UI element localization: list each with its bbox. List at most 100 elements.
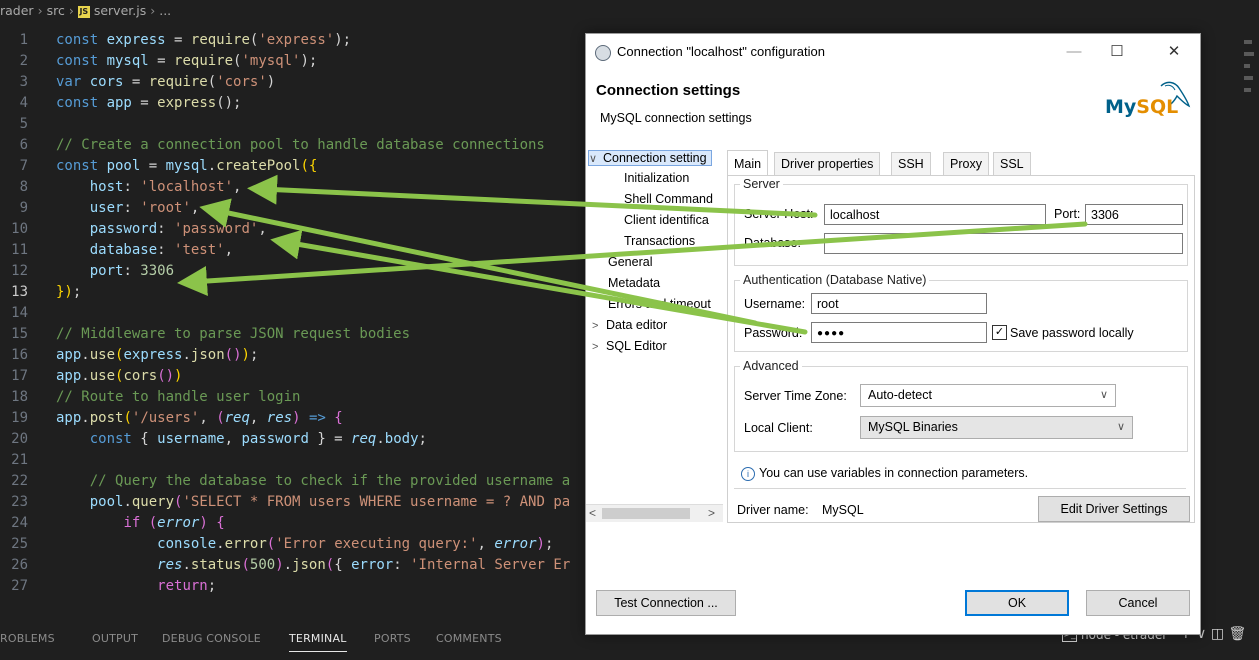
code-token: ) [241,347,250,363]
code-token: 'test' [174,242,225,258]
line-number: 13 [11,284,28,300]
tab-driver-properties[interactable]: Driver properties [774,152,881,176]
line-number: 3 [19,74,28,90]
code-token: ; [418,431,427,447]
code-token: // Create a connection pool to handle da… [56,137,545,153]
code-token: res [157,557,183,573]
code-token: = [140,158,166,174]
tab-debug-console[interactable]: DEBUG CONSOLE [162,632,261,645]
code-token: require [190,32,250,48]
minimize-button[interactable]: — [1056,40,1092,64]
dbeaver-icon [595,45,611,61]
code-token: ({ [300,158,318,174]
tree-item-metadata[interactable]: Metadata [608,276,660,290]
port-input[interactable]: 3306 [1085,204,1183,225]
timezone-select[interactable]: Auto-detect ∨ [860,384,1116,407]
tree-item-initialization[interactable]: Initialization [624,171,689,185]
tab-output[interactable]: OUTPUT [92,632,138,645]
code-token: json [292,557,326,573]
code-token: . [123,494,132,510]
server-host-input[interactable]: localhost [824,204,1046,225]
tab-terminal[interactable]: TERMINAL [289,632,347,652]
code-token: const [56,158,107,174]
code-token: password [89,221,158,237]
cancel-button[interactable]: Cancel [1086,590,1190,616]
js-file-icon: JS [77,5,90,18]
minimap[interactable] [1244,40,1254,100]
tab-ports[interactable]: PORTS [374,632,411,645]
code-token: , [224,242,234,258]
code-token: app [56,410,82,426]
code-token: ) [292,410,301,426]
tree-item-sql-editor[interactable]: > SQL Editor [592,339,667,353]
username-input[interactable]: root [811,293,987,314]
tree-horizontal-scrollbar[interactable]: < > [586,504,723,522]
tab-problems[interactable]: ROBLEMS [0,632,55,645]
code-token: app [56,347,82,363]
code-token: ); [334,32,352,48]
chevron-right-icon[interactable]: > [592,320,606,332]
scroll-left-icon[interactable]: < [589,506,596,520]
close-button[interactable]: ✕ [1156,40,1192,64]
code-token: . [182,557,191,573]
code-token: => [308,410,326,426]
breadcrumb-folder[interactable]: src [47,3,65,18]
timezone-label: Server Time Zone: [744,389,847,403]
tab-ssh[interactable]: SSH [891,152,931,176]
code-token: ) [174,368,183,384]
code-token: } = [308,431,352,447]
code-token: { [334,557,352,573]
chevron-down-icon[interactable]: ∨ [589,152,603,165]
tab-ssl[interactable]: SSL [993,152,1031,176]
scroll-right-icon[interactable]: > [708,506,715,520]
code-token: ) [266,74,276,90]
edit-driver-settings-button[interactable]: Edit Driver Settings [1038,496,1190,522]
code-token: error [494,536,537,552]
tree-item-client-identification[interactable]: Client identifica [624,213,709,227]
maximize-button[interactable]: ☐ [1099,40,1135,64]
chevron-right-icon[interactable]: > [592,341,606,353]
main-tab-panel: Server Server Host: localhost Port: 3306… [727,175,1195,523]
driver-name-value: MySQL [822,503,864,517]
tree-item-general[interactable]: General [608,255,652,269]
tree-item-shell-command[interactable]: Shell Command [624,192,713,206]
breadcrumb-file[interactable]: server.js [94,3,146,18]
local-client-select[interactable]: MySQL Binaries ∨ [860,416,1133,439]
line-number: 12 [11,263,28,279]
tree-item-transactions[interactable]: Transactions [624,234,695,248]
line-number: 14 [11,305,28,321]
mysql-logo: MySQL [1101,74,1191,124]
tree-item-data-editor[interactable]: > Data editor [592,318,667,332]
dialog-titlebar[interactable]: Connection "localhost" configuration — ☐… [586,34,1200,70]
code-token: query [131,494,175,510]
breadcrumb-folder[interactable]: rader [0,3,34,18]
database-label: Database: [744,236,801,250]
code-token: . [81,368,90,384]
tree-item-errors-timeout[interactable]: Errors and timeout [608,297,711,311]
code-token: 'express' [258,32,335,48]
breadcrumb-symbol[interactable]: ... [159,3,171,18]
code-token: , [258,221,267,237]
line-number: 25 [11,536,28,552]
code-token: { [334,410,343,426]
tab-main[interactable]: Main [727,150,769,177]
password-input[interactable]: ●●●● [811,322,987,343]
tree-item-connection-settings[interactable]: ∨ Connection setting [588,150,712,166]
ok-button[interactable]: OK [965,590,1069,616]
code-token: post [89,410,124,426]
line-number: 23 [11,494,28,510]
code-token: // Middleware to parse JSON request bodi… [56,326,411,342]
test-connection-button[interactable]: Test Connection ... [596,590,736,616]
tab-proxy[interactable]: Proxy [943,152,989,176]
code-token: res [266,410,293,426]
tab-comments[interactable]: COMMENTS [436,632,502,645]
save-password-checkbox[interactable]: ✓ [992,325,1007,340]
line-number: 22 [11,473,28,489]
database-input[interactable] [824,233,1183,254]
code-token: body [384,431,419,447]
scrollbar-thumb[interactable] [602,508,690,519]
